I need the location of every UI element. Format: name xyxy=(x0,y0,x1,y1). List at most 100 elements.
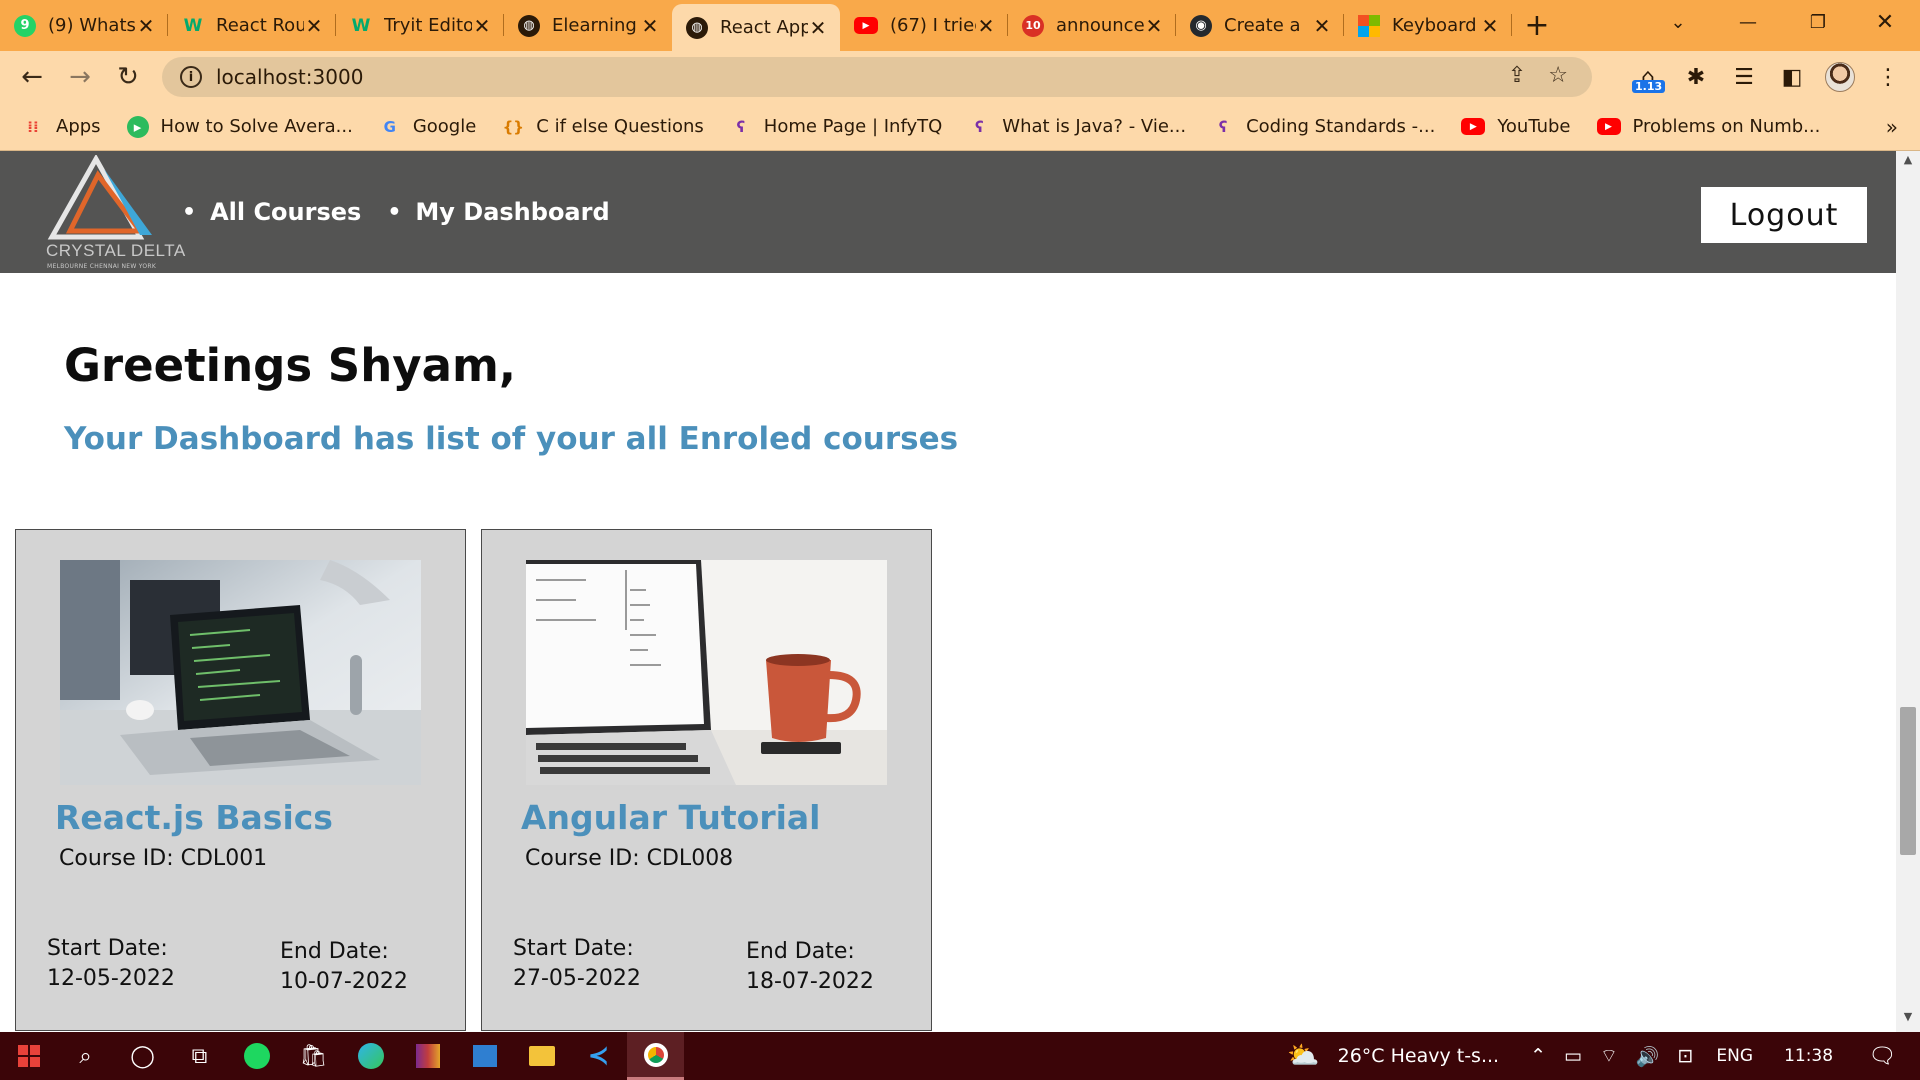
course-card[interactable]: Angular Tutorial Course ID: CDL008 Start… xyxy=(481,529,932,1031)
scroll-down-arrow-icon[interactable]: ▼ xyxy=(1896,1010,1920,1030)
tab-announcement[interactable]: 10 announcement ✕ xyxy=(1008,0,1176,51)
site-navbar: CRYSTAL DELTA MELBOURNE CHENNAI NEW YORK… xyxy=(0,151,1896,273)
tab-title: (9) WhatsApp xyxy=(48,15,136,36)
apps-grid-icon: ⁞⁞ xyxy=(27,117,39,136)
close-window-button[interactable]: ✕ xyxy=(1850,0,1920,44)
edge-icon[interactable] xyxy=(342,1032,399,1080)
tab-title: Tryit Editor xyxy=(384,15,472,36)
store-icon[interactable]: 🛍 xyxy=(285,1032,342,1080)
photos-icon[interactable] xyxy=(456,1032,513,1080)
github-icon: ◉ xyxy=(1190,14,1212,37)
tab-search-chevron-icon[interactable]: ⌄ xyxy=(1643,0,1713,44)
tab-title: React App xyxy=(720,17,808,38)
windows-start-icon[interactable] xyxy=(0,1032,57,1080)
close-icon[interactable]: ✕ xyxy=(1480,14,1500,38)
search-icon[interactable]: ⌕ xyxy=(57,1032,114,1080)
back-button[interactable]: ← xyxy=(8,53,56,101)
winrar-icon[interactable] xyxy=(399,1032,456,1080)
address-bar[interactable]: i localhost:3000 ⇪ ☆ xyxy=(162,57,1592,97)
bookmark-how-to-solve[interactable]: ▸ How to Solve Avera... xyxy=(126,115,353,138)
close-icon[interactable]: ✕ xyxy=(136,14,156,38)
bookmark-youtube[interactable]: ▶ YouTube xyxy=(1461,116,1571,137)
meet-now-icon[interactable]: ⊡ xyxy=(1678,1045,1694,1067)
avatar xyxy=(1825,62,1855,92)
bookmark-google[interactable]: G Google xyxy=(379,116,477,138)
bookmark-label: Home Page | InfyTQ xyxy=(763,116,943,137)
task-view-icon[interactable]: ⧉ xyxy=(171,1032,228,1080)
cortana-icon[interactable]: ◯ xyxy=(114,1032,171,1080)
browser-toolbar: ← → ↻ i localhost:3000 ⇪ ☆ ⌂ 1.13 ✱ ☰ ◧ ⋮ xyxy=(0,51,1920,103)
chrome-icon[interactable] xyxy=(627,1032,684,1080)
tab-github[interactable]: ◉ Create a ✕ xyxy=(1176,0,1344,51)
notification-icon[interactable]: 🗨 xyxy=(1868,1044,1896,1069)
nav-all-courses[interactable]: All Courses xyxy=(182,198,361,226)
logo-tagline: MELBOURNE CHENNAI NEW YORK xyxy=(47,263,157,270)
scrollbar-thumb[interactable] xyxy=(1900,707,1916,855)
tab-whatsapp[interactable]: 9 (9) WhatsApp ✕ xyxy=(0,0,168,51)
bookmark-star-icon[interactable]: ☆ xyxy=(1548,63,1568,88)
share-icon[interactable]: ⇪ xyxy=(1508,63,1526,88)
start-date-label: Start Date: xyxy=(513,936,634,961)
close-icon[interactable]: ✕ xyxy=(640,14,660,38)
bookmark-problems-on-numbers[interactable]: ▶ Problems on Numb... xyxy=(1596,116,1820,137)
bookmark-label: Coding Standards -... xyxy=(1246,116,1436,137)
tab-title: Create a xyxy=(1224,15,1301,36)
volume-icon[interactable]: 🔊 xyxy=(1636,1045,1660,1068)
spotify-icon[interactable] xyxy=(228,1032,285,1080)
profile-avatar[interactable] xyxy=(1816,53,1864,101)
logo-triangle-icon xyxy=(47,153,152,240)
tab-keyboard[interactable]: Keyboard ✕ xyxy=(1344,0,1512,51)
close-icon[interactable]: ✕ xyxy=(976,14,996,38)
new-tab-button[interactable]: + xyxy=(1512,0,1562,51)
tab-tryit-editor[interactable]: W Tryit Editor ✕ xyxy=(336,0,504,51)
extension-badge-icon[interactable]: ⌂ 1.13 xyxy=(1624,53,1672,101)
close-icon[interactable]: ✕ xyxy=(808,16,828,40)
language-indicator[interactable]: ENG xyxy=(1716,1046,1753,1066)
course-title[interactable]: React.js Basics xyxy=(55,798,333,837)
media-control-icon[interactable]: ☰ xyxy=(1720,53,1768,101)
wifi-icon[interactable]: ⌔ xyxy=(1600,1044,1618,1068)
course-title[interactable]: Angular Tutorial xyxy=(521,798,820,837)
close-icon[interactable]: ✕ xyxy=(1312,14,1332,38)
scroll-up-arrow-icon[interactable]: ▲ xyxy=(1896,153,1920,173)
bookmark-apps[interactable]: ⁞⁞ Apps xyxy=(22,116,100,138)
course-card[interactable]: React.js Basics Course ID: CDL001 Start … xyxy=(15,529,466,1031)
minimize-button[interactable]: — xyxy=(1713,0,1783,44)
tab-react-app[interactable]: ◍ React App ✕ xyxy=(672,4,840,51)
tab-react-router[interactable]: W React Router ✕ xyxy=(168,0,336,51)
chevron-up-icon[interactable]: ⌃ xyxy=(1530,1045,1546,1067)
battery-icon[interactable]: ▭ xyxy=(1564,1045,1582,1067)
close-icon[interactable]: ✕ xyxy=(472,14,492,38)
tab-elearning[interactable]: ◍ Elearning ✕ xyxy=(504,0,672,51)
page-title: Greetings Shyam, xyxy=(64,339,516,392)
file-explorer-icon[interactable] xyxy=(513,1032,570,1080)
page-scrollbar[interactable]: ▲ ▼ xyxy=(1896,151,1920,1032)
extensions-puzzle-icon[interactable]: ✱ xyxy=(1672,53,1720,101)
globe-icon: ◍ xyxy=(518,14,540,37)
weather-text[interactable]: 26°C Heavy t-s... xyxy=(1338,1045,1499,1067)
w3schools-icon: W xyxy=(351,15,371,36)
crystal-delta-logo[interactable]: CRYSTAL DELTA MELBOURNE CHENNAI NEW YORK xyxy=(44,153,185,273)
close-icon[interactable]: ✕ xyxy=(304,14,324,38)
bookmark-what-is-java[interactable]: ʕ What is Java? - Vie... xyxy=(968,116,1186,138)
bookmark-infytq-home[interactable]: ʕ Home Page | InfyTQ xyxy=(730,116,943,138)
restore-button[interactable]: ❐ xyxy=(1783,0,1853,44)
weather-icon[interactable]: ⛅ xyxy=(1287,1041,1319,1071)
close-icon[interactable]: ✕ xyxy=(1144,14,1164,38)
bookmark-c-if-else[interactable]: {} C if else Questions xyxy=(502,116,704,138)
site-info-icon[interactable]: i xyxy=(180,66,202,88)
reload-button[interactable]: ↻ xyxy=(104,53,152,101)
bookmarks-overflow-icon[interactable]: » xyxy=(1886,115,1898,139)
infytq-icon: ʕ xyxy=(1218,117,1228,136)
menu-kebab-icon[interactable]: ⋮ xyxy=(1864,53,1912,101)
forward-button[interactable]: → xyxy=(56,53,104,101)
side-panel-icon[interactable]: ◧ xyxy=(1768,53,1816,101)
nav-my-dashboard[interactable]: My Dashboard xyxy=(387,198,609,226)
logout-button[interactable]: Logout xyxy=(1701,187,1867,243)
clock[interactable]: 11:38 xyxy=(1784,1046,1833,1066)
tab-youtube[interactable]: ▶ (67) I tried ✕ xyxy=(840,0,1008,51)
bookmark-coding-standards[interactable]: ʕ Coding Standards -... xyxy=(1212,116,1436,138)
start-date-value: 27-05-2022 xyxy=(513,966,641,991)
leetcode-icon: ▸ xyxy=(126,115,149,138)
vscode-icon[interactable]: ≺ xyxy=(570,1032,627,1080)
